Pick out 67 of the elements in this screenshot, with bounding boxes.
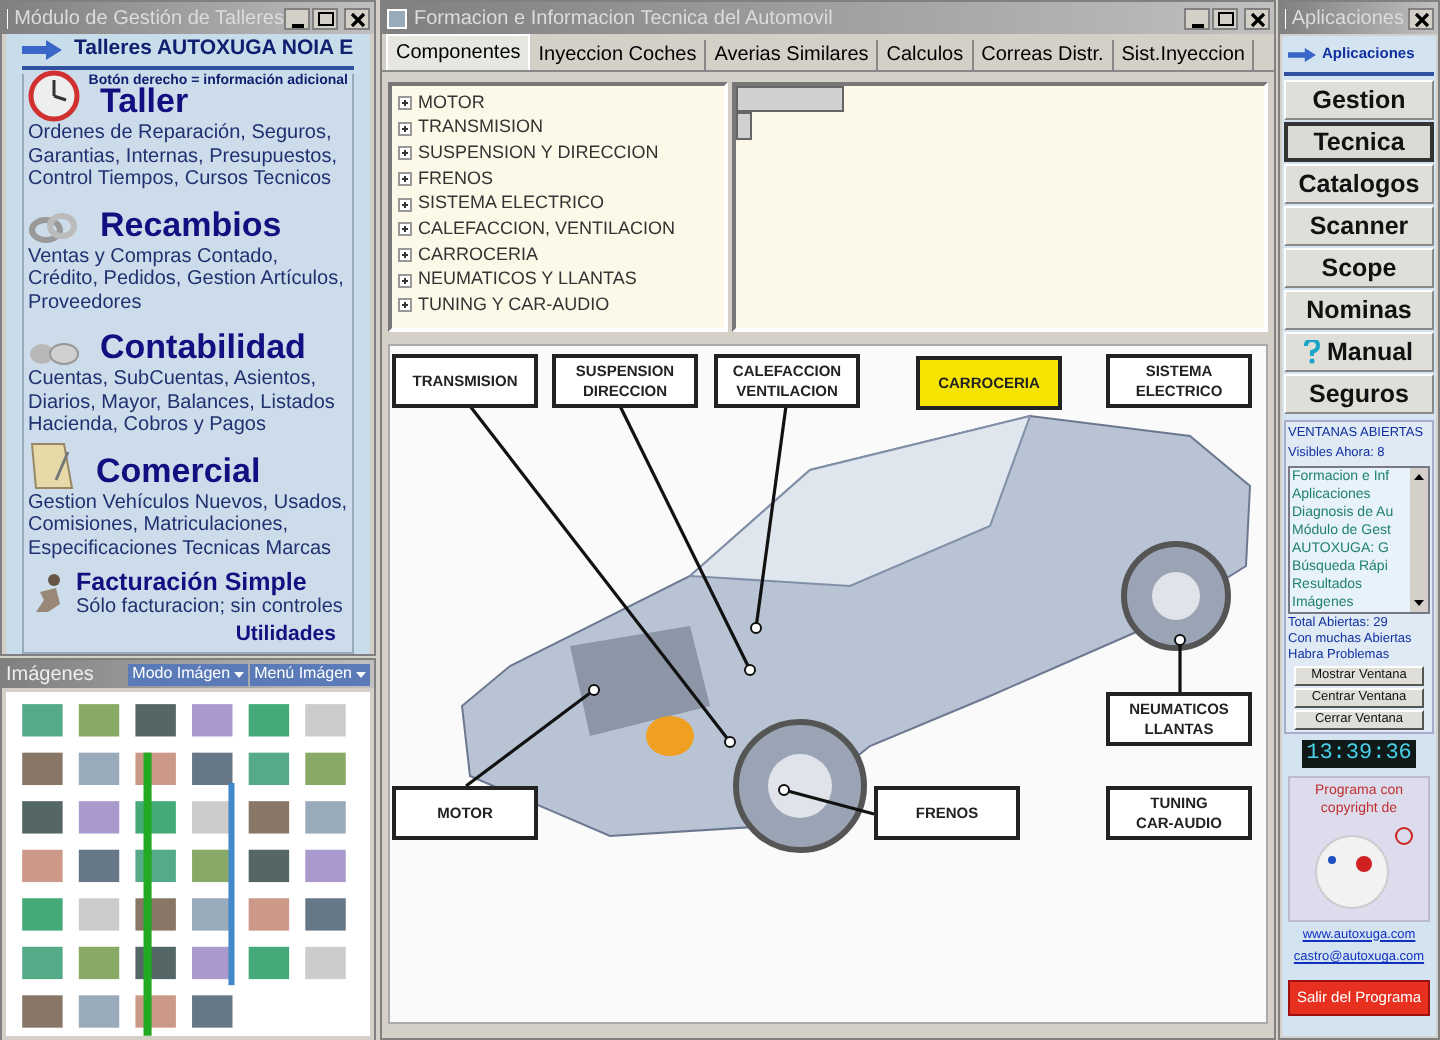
help-icon (1304, 340, 1321, 364)
tree-item[interactable]: CARROCERIA (398, 242, 718, 268)
close-icon[interactable] (1408, 7, 1434, 29)
expand-icon[interactable] (398, 171, 412, 186)
app-button[interactable]: Gestion (1284, 80, 1434, 120)
app-button[interactable]: Nominas (1284, 290, 1434, 330)
grid-header (736, 86, 844, 112)
close-icon[interactable] (344, 7, 370, 29)
section-description: Ventas y Compras Contado, Crédito, Pedidos, Gestion Artículos, Proveedores (28, 245, 346, 314)
menu-button[interactable]: Menú Imágen (250, 663, 370, 685)
expand-icon[interactable] (398, 273, 412, 288)
close-icon[interactable] (1244, 7, 1270, 29)
app-button[interactable]: Catalogos (1284, 164, 1434, 204)
expand-icon[interactable] (398, 197, 412, 212)
section-title[interactable]: Facturación Simple (76, 568, 343, 596)
coins-icon (28, 340, 80, 368)
notepad-icon (28, 439, 76, 491)
section-title[interactable]: Taller (100, 82, 189, 122)
expand-icon[interactable] (398, 222, 412, 237)
app-button[interactable]: Scope (1284, 248, 1434, 288)
app-button[interactable]: Scanner (1284, 206, 1434, 246)
section-title[interactable]: Comercial (96, 451, 261, 491)
tree-item[interactable]: NEUMATICOS Y LLANTAS (398, 267, 718, 293)
window-title: Aplicaciones (1291, 5, 1404, 33)
tab[interactable]: Componentes (386, 34, 531, 70)
scrollbar[interactable] (1410, 467, 1428, 611)
arrow-icon (1288, 47, 1316, 61)
caret-icon (356, 671, 366, 677)
section-description: Gestion Vehículos Nuevos, Usados, Comisiones, Matriculaciones, Especificaciones Tecnicas Marcas (28, 491, 348, 560)
utilities-link[interactable]: Utilidades (235, 620, 336, 652)
leader-line (778, 784, 880, 820)
tree-item[interactable]: TRANSMISION (398, 115, 718, 141)
menu-button[interactable]: Modo Imágen (128, 663, 249, 685)
maximize-icon[interactable] (312, 7, 338, 29)
window-title: Formacion e Informacion Tecnica del Automovil (414, 5, 833, 33)
section-description: Cuentas, SubCuentas, Asientos, Diarios, Mayor, Balances, Listados Hacienda, Cobros y Pagos (28, 368, 337, 437)
expand-icon[interactable] (398, 146, 412, 161)
tree-item[interactable]: FRENOS (398, 166, 718, 192)
expand-icon[interactable] (398, 121, 412, 136)
window-title: Imágenes (6, 661, 94, 689)
expand-icon[interactable] (398, 95, 412, 110)
engine-drawing (570, 626, 710, 756)
rings-icon (28, 209, 80, 245)
maximize-icon[interactable] (1212, 7, 1238, 29)
clock-icon (28, 70, 80, 122)
tree-item[interactable]: SISTEMA ELECTRICO (398, 191, 718, 217)
section-title[interactable]: Contabilidad (100, 328, 306, 368)
expand-icon[interactable] (398, 247, 412, 262)
section-title[interactable]: Recambios (100, 205, 282, 245)
expand-icon[interactable] (398, 298, 412, 313)
caret-icon (234, 671, 245, 677)
leader-line (1174, 634, 1186, 698)
app-button[interactable]: Manual (1284, 332, 1434, 372)
tree-item[interactable]: TUNING Y CAR-AUDIO (398, 293, 718, 319)
digital-clock: 13:39:36 (1302, 739, 1416, 767)
minimize-icon[interactable] (1184, 7, 1210, 29)
header-title: Talleres AUTOXUGA NOIA E (74, 34, 354, 65)
tree-item[interactable]: CALEFACCION, VENTILACION (398, 216, 718, 243)
tree-item[interactable]: SUSPENSION Y DIRECCION (398, 140, 718, 167)
grid-row-header (736, 112, 752, 140)
app-button[interactable]: Seguros (1284, 374, 1434, 414)
arrow-icon (22, 40, 62, 60)
section-description: Ordenes de Reparación, Seguros, Garantias, Internas, Presupuestos, Control Tiempos, Cursos Tecnicos (28, 122, 340, 191)
section-description: Sólo facturacion; sin controles (76, 596, 343, 620)
tree-item[interactable]: MOTOR (398, 90, 718, 116)
app-button[interactable]: Tecnica (1284, 122, 1434, 162)
minimize-icon[interactable] (284, 7, 310, 29)
